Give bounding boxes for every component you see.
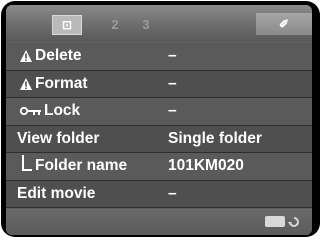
menu-item-value: –	[168, 102, 177, 120]
menu-item-label-group: Format	[20, 75, 88, 93]
warning-icon	[20, 77, 32, 90]
menu-item-label: Lock	[44, 102, 81, 120]
menu-item-label: Format	[35, 74, 88, 92]
menu-item-lock[interactable]: Lock –	[6, 98, 312, 126]
menu-item-value: –	[168, 74, 177, 92]
menu-item-label: View folder	[17, 129, 100, 147]
menu-tab-bar: ⊡ 2 3 ✐	[6, 5, 312, 41]
menu-item-value: –	[168, 184, 177, 202]
menu-item-folder-name[interactable]: Folder name 101KM020	[6, 153, 312, 181]
sub-item-elbow-icon	[22, 155, 32, 172]
playback-tab-icon: ⊡	[61, 18, 73, 32]
menu-panel: ⊡ 2 3 ✐ Delete – Format – Lock – View fo…	[6, 5, 312, 235]
menu-item-label-group: Folder name	[22, 155, 128, 175]
menu-item-label-group: View folder	[17, 130, 99, 148]
menu-item-label: Delete	[35, 47, 82, 65]
menu-item-delete[interactable]: Delete –	[6, 43, 312, 71]
menu-item-view-folder[interactable]: View folder Single folder	[6, 125, 312, 153]
warning-icon	[20, 50, 32, 63]
menu-item-value: Single folder	[168, 129, 262, 147]
tab-3[interactable]: 3	[136, 15, 156, 33]
tab-2-label: 2	[111, 16, 119, 32]
menu-list: Delete – Format – Lock – View folder Sin…	[6, 43, 312, 208]
key-icon	[20, 107, 41, 116]
bottom-guide-bar	[6, 209, 312, 235]
menu-item-label-group: Edit movie	[17, 185, 95, 203]
tab-setup[interactable]: ✐	[256, 13, 312, 35]
menu-item-format[interactable]: Format –	[6, 70, 312, 98]
menu-item-label: Folder name	[35, 157, 128, 175]
camera-lcd-screen: ⊡ 2 3 ✐ Delete – Format – Lock – View fo…	[1, 1, 320, 237]
menu-item-value: –	[168, 47, 177, 65]
tab-3-label: 3	[142, 16, 150, 32]
return-arrow-icon	[288, 216, 299, 227]
wrench-icon: ✐	[278, 17, 290, 31]
menu-item-label-group: Delete	[20, 47, 82, 65]
menu-item-edit-movie[interactable]: Edit movie –	[6, 180, 312, 208]
menu-item-label: Edit movie	[17, 184, 96, 202]
tab-playback[interactable]: ⊡	[52, 15, 82, 35]
menu-item-label-group: Lock	[20, 102, 80, 120]
return-button-icon	[265, 214, 300, 229]
menu-key-icon	[265, 216, 285, 227]
tab-2[interactable]: 2	[104, 15, 126, 33]
menu-item-value: 101KM020	[168, 157, 244, 175]
